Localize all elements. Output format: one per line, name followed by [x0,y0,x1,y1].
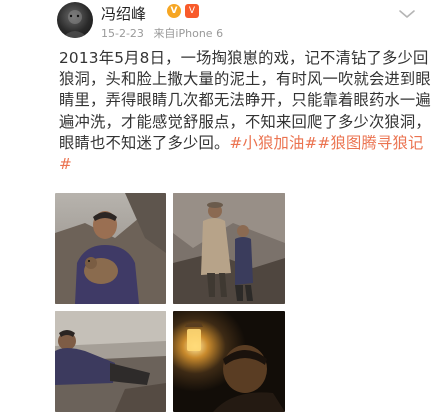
photo-thumbnail[interactable] [55,311,166,412]
post-text: 2013年5月8日，一场掏狼崽的戏，记不清钻了多少回狼洞，头和脸上撒大量的泥土，… [59,48,431,175]
photo-two-men-on-rocks-icon [173,193,285,304]
photo-thumbnail[interactable] [173,193,285,304]
photo-thumbnail[interactable] [55,193,166,304]
hashtag-link[interactable]: #小狼加油# [229,134,317,152]
user-badges: V V [167,4,199,18]
post-time: 15-2-23 [101,27,144,40]
photo-man-with-wolf-pup-icon [55,193,166,304]
photo-man-lying-on-ground-icon [55,311,166,412]
vip-badge-icon: V [185,4,199,18]
username[interactable]: 冯绍峰 [101,3,146,24]
verified-badge-icon: V [167,4,181,18]
avatar[interactable] [57,2,93,38]
post-source[interactable]: 来自iPhone 6 [153,27,223,40]
chevron-down-icon[interactable] [398,8,416,20]
photo-thumbnail[interactable] [173,311,285,412]
post-meta: 15-2-23 来自iPhone 6 [101,25,223,41]
photo-lantern-in-dark-icon [173,311,285,412]
